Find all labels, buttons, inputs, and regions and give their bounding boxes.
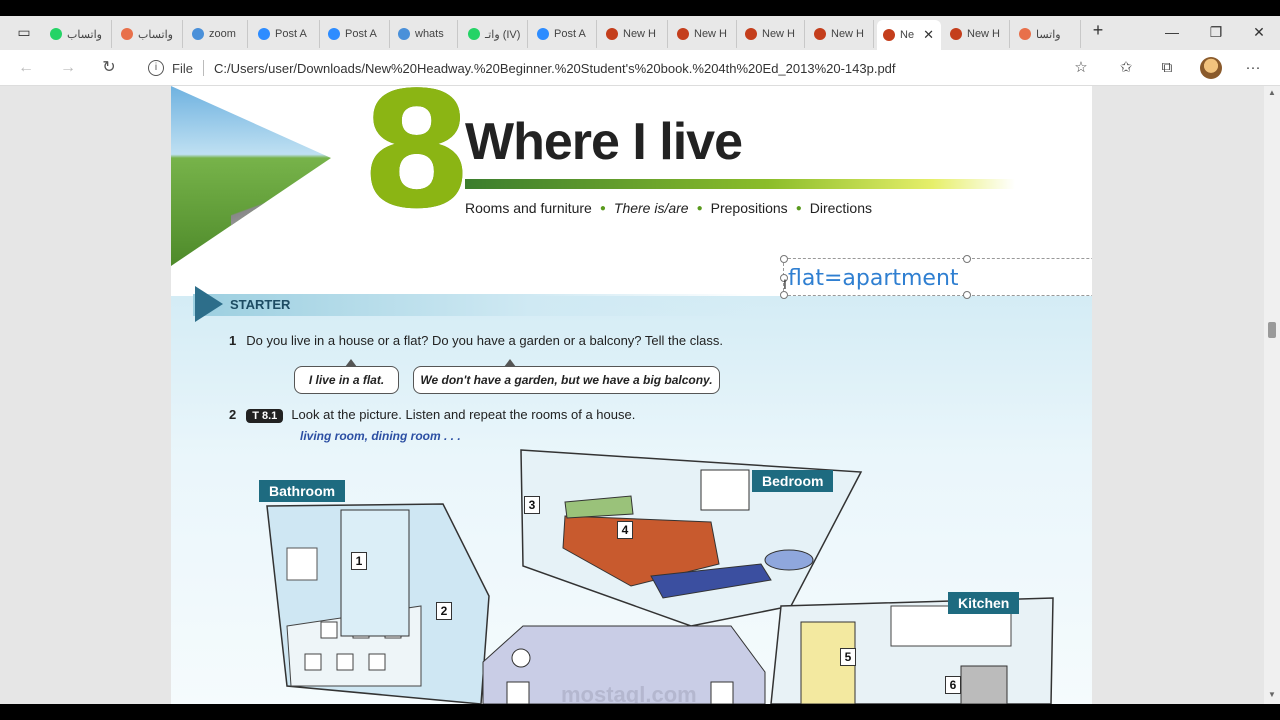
bing-icon	[192, 28, 204, 40]
tab[interactable]: Post A	[252, 20, 320, 48]
tab-label: واتساب	[67, 28, 102, 41]
tab-bar: ▭ واتساب واتساب zoom Post A Post A whats واتـ …	[0, 16, 1280, 50]
pdf-page: 8 Where I live Rooms and furniture ● The…	[171, 86, 1092, 704]
address-bar: ← → ↻ i File C:/Users/user/Downloads/New…	[0, 50, 1280, 86]
tab[interactable]: New H	[671, 20, 737, 48]
tab-label: Post A	[345, 28, 377, 40]
collections-icon[interactable]: ⧉	[1158, 59, 1176, 77]
tab[interactable]: New H	[944, 20, 1010, 48]
info-icon[interactable]: i	[148, 60, 164, 76]
pdf-viewer: 8 Where I live Rooms and furniture ● The…	[0, 86, 1280, 704]
watermark: mostaql.com	[561, 682, 697, 704]
whatsapp-icon	[121, 28, 133, 40]
minimize-icon[interactable]: —	[1162, 24, 1182, 40]
new-tab-icon[interactable]: +	[1088, 20, 1108, 41]
scroll-up-icon[interactable]: ▲	[1268, 88, 1276, 97]
room-label-kitchen: Kitchen	[948, 592, 1020, 614]
tab-label: New H	[623, 28, 657, 40]
zoom-icon	[537, 28, 549, 40]
tab[interactable]: New H	[739, 20, 805, 48]
tab[interactable]: whats	[392, 20, 458, 48]
tab[interactable]: zoom	[186, 20, 248, 48]
favorites-icon[interactable]: ✩	[1117, 59, 1135, 77]
tab[interactable]: واتسا	[1013, 20, 1081, 48]
tab-label: واتسا	[1036, 28, 1061, 41]
scroll-thumb[interactable]	[1268, 322, 1276, 338]
whatsapp-icon	[1019, 28, 1031, 40]
browser-window: ▭ واتساب واتساب zoom Post A Post A whats واتـ …	[0, 16, 1280, 704]
close-tab-icon[interactable]: ✕	[923, 27, 934, 43]
tab-label: whats	[415, 28, 444, 40]
tab-label: واتـ (IV)	[485, 28, 521, 41]
picture-number: 1	[351, 552, 367, 570]
tab-label: واتساب	[138, 28, 173, 41]
tab-label: New H	[831, 28, 865, 40]
whatsapp-icon	[50, 28, 62, 40]
text-cursor-icon: I	[783, 276, 787, 292]
back-icon[interactable]: ←	[16, 58, 36, 78]
scroll-down-icon[interactable]: ▼	[1268, 690, 1276, 699]
profile-avatar[interactable]	[1200, 57, 1222, 79]
pdf-icon	[677, 28, 689, 40]
tab-label: Ne	[900, 29, 915, 41]
restore-icon[interactable]: ❐	[1206, 24, 1226, 41]
pdf-icon	[814, 28, 826, 40]
whatsapp-icon	[468, 28, 480, 40]
tab-label: Post A	[275, 28, 307, 40]
scheme-label: File	[172, 60, 193, 76]
close-window-icon[interactable]: ✕	[1249, 24, 1269, 41]
picture-number: 5	[840, 648, 856, 666]
tab[interactable]: Ne ✕	[877, 20, 941, 50]
tab-label: New H	[694, 28, 728, 40]
picture-number: 2	[436, 602, 452, 620]
pdf-icon	[745, 28, 757, 40]
tab[interactable]: واتساب	[44, 20, 112, 48]
tab-label: zoom	[209, 28, 236, 40]
tab[interactable]: Post A	[322, 20, 390, 48]
tab[interactable]: واتـ (IV)	[462, 20, 528, 48]
more-menu-icon[interactable]: ···	[1244, 59, 1262, 77]
tab[interactable]: واتساب	[115, 20, 183, 48]
pdf-icon	[883, 29, 895, 41]
forward-icon[interactable]: →	[58, 58, 78, 78]
picture-number: 3	[524, 496, 540, 514]
tab[interactable]: New H	[808, 20, 874, 48]
pdf-icon	[950, 28, 962, 40]
tab[interactable]: Post A	[531, 20, 597, 48]
pdf-icon	[606, 28, 618, 40]
divider	[202, 60, 204, 76]
zoom-icon	[328, 28, 340, 40]
tab-label: New H	[967, 28, 1001, 40]
url-text[interactable]: C:/Users/user/Downloads/New%20Headway.%2…	[214, 61, 896, 76]
bing-icon	[398, 28, 410, 40]
refresh-icon[interactable]: ↻	[99, 58, 119, 78]
picture-number: 6	[945, 676, 961, 694]
room-label-bathroom: Bathroom	[259, 480, 346, 502]
room-label-bedroom: Bedroom	[752, 470, 834, 492]
zoom-icon	[258, 28, 270, 40]
tab-actions-icon[interactable]: ▭	[14, 24, 34, 41]
tab-label: New H	[762, 28, 796, 40]
picture-number: 4	[617, 521, 633, 539]
url-field[interactable]: i File C:/Users/user/Downloads/New%20Hea…	[134, 54, 1098, 82]
tab[interactable]: New H	[600, 20, 668, 48]
tab-label: Post A	[554, 28, 586, 40]
add-favorite-icon[interactable]: ☆	[1072, 59, 1090, 77]
vertical-scrollbar[interactable]: ▲ ▼	[1264, 86, 1280, 704]
